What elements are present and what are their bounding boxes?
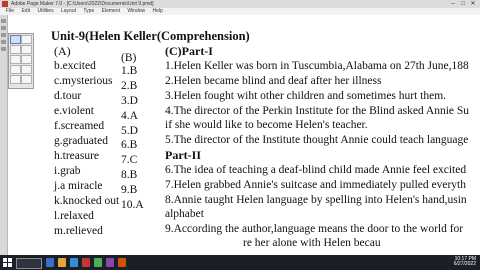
constrained-line-tool-icon[interactable] bbox=[21, 55, 32, 64]
col-b-item: 5.D bbox=[121, 125, 138, 137]
menu-layout[interactable]: Layout bbox=[61, 8, 76, 15]
document-page[interactable]: Unit-9(Helen Keller(Comprehension) (A) b… bbox=[33, 15, 480, 255]
line-tool-icon[interactable] bbox=[10, 55, 21, 64]
col-b-item: 9.B bbox=[121, 184, 138, 196]
col-a-item: m.relieved bbox=[54, 225, 103, 237]
pointer-tool-icon[interactable] bbox=[10, 35, 21, 44]
answer-line: 3.Helen fought wiht other children and s… bbox=[165, 90, 447, 102]
browser-icon[interactable] bbox=[70, 258, 78, 267]
crop-tool-icon[interactable] bbox=[21, 45, 32, 54]
menu-window[interactable]: Window bbox=[127, 8, 145, 15]
document-title: Unit-9(Helen Keller(Comprehension) bbox=[51, 29, 250, 43]
answer-line: 2.Helen became blind and deaf after her … bbox=[165, 75, 382, 87]
col-a-item: d.tour bbox=[54, 90, 82, 102]
app-icon[interactable] bbox=[106, 258, 114, 267]
answer-line: alphabet bbox=[165, 208, 204, 220]
zoom-tool-icon[interactable] bbox=[21, 75, 32, 84]
tool-icon[interactable] bbox=[1, 26, 6, 30]
col-a-item: j.a miracle bbox=[54, 180, 103, 192]
ellipse-tool-icon[interactable] bbox=[21, 65, 32, 74]
title-bar: Adobe Page Maker 7.0 - [C:\Users\2022\Do… bbox=[0, 0, 480, 8]
pagemaker-icon[interactable] bbox=[82, 258, 90, 267]
app-icon[interactable] bbox=[94, 258, 102, 267]
answer-line: 5.The director of the Institute thought … bbox=[165, 134, 469, 146]
part-1-heading: (C)Part-I bbox=[165, 44, 213, 58]
col-a-item: i.grab bbox=[54, 165, 81, 177]
system-clock[interactable]: 10:17 PM 6/27/2022 bbox=[454, 257, 476, 267]
answer-line: 7.Helen grabbed Annie's suitcase and imm… bbox=[165, 179, 466, 191]
col-b-item: 7.C bbox=[121, 154, 138, 166]
rectangle-tool-icon[interactable] bbox=[10, 65, 21, 74]
window-controls: – □ ✕ bbox=[448, 0, 478, 8]
answer-line: 1.Helen Keller was born in Tuscumbia,Ala… bbox=[165, 60, 469, 72]
menu-bar: File Edit Utilities Layout Type Element … bbox=[0, 8, 480, 15]
answer-line: 8.Annie taught Helen language by spellin… bbox=[165, 194, 467, 206]
hand-tool-icon[interactable] bbox=[10, 75, 21, 84]
clock-date: 6/27/2022 bbox=[453, 261, 476, 267]
menu-edit[interactable]: Edit bbox=[21, 8, 30, 15]
col-a-item: l.relaxed bbox=[54, 210, 94, 222]
col-b-item: 2.B bbox=[121, 80, 138, 92]
minimize-icon[interactable]: – bbox=[448, 0, 458, 8]
menu-help[interactable]: Help bbox=[153, 8, 163, 15]
col-a-item: h.treasure bbox=[54, 150, 100, 162]
tool-icon[interactable] bbox=[1, 19, 6, 23]
task-view-icon[interactable] bbox=[46, 258, 54, 267]
taskbar-search-box[interactable] bbox=[16, 258, 42, 269]
rotate-tool-icon[interactable] bbox=[10, 45, 21, 54]
left-toolbar bbox=[0, 15, 8, 255]
file-explorer-icon[interactable] bbox=[58, 258, 66, 267]
tool-palette bbox=[8, 33, 34, 89]
col-a-item: e.violent bbox=[54, 105, 94, 117]
menu-file[interactable]: File bbox=[6, 8, 14, 15]
col-a-heading: (A) bbox=[54, 44, 71, 58]
col-a-item: f.screamed bbox=[54, 120, 105, 132]
answer-line: 9.According the author,language means th… bbox=[165, 223, 464, 235]
col-b-item: 4.A bbox=[121, 110, 138, 122]
maximize-icon[interactable]: □ bbox=[458, 0, 468, 8]
tool-icon[interactable] bbox=[1, 40, 6, 44]
answer-line: if she would like to become Helen's teac… bbox=[165, 119, 368, 131]
windows-start-icon[interactable] bbox=[3, 258, 12, 267]
menu-type[interactable]: Type bbox=[83, 8, 94, 15]
col-a-item: k.knocked out bbox=[54, 195, 120, 207]
menu-element[interactable]: Element bbox=[102, 8, 120, 15]
app-icon bbox=[2, 1, 8, 7]
col-b-item: 3.D bbox=[121, 95, 138, 107]
col-a-item: c.mysterious bbox=[54, 75, 113, 87]
answer-line: re her alone with Helen becau bbox=[243, 237, 381, 249]
col-a-item: g.graduated bbox=[54, 135, 108, 147]
tool-icon[interactable] bbox=[1, 33, 6, 37]
menu-utilities[interactable]: Utilities bbox=[37, 8, 53, 15]
app-icon[interactable] bbox=[118, 258, 126, 267]
part-2-heading: Part-II bbox=[165, 148, 201, 162]
text-tool-icon[interactable] bbox=[21, 35, 32, 44]
taskbar: 10:17 PM 6/27/2022 bbox=[0, 255, 480, 270]
window-title: Adobe Page Maker 7.0 - [C:\Users\2022\Do… bbox=[11, 1, 154, 7]
close-icon[interactable]: ✕ bbox=[468, 0, 478, 8]
col-b-item: 6.B bbox=[121, 139, 138, 151]
col-b-item: 10.A bbox=[121, 199, 144, 211]
answer-line: 4.The director of the Perkin Institute f… bbox=[165, 105, 470, 117]
col-b-item: 8.B bbox=[121, 169, 138, 181]
col-b-heading: (B) bbox=[121, 52, 137, 64]
col-b-item: 1.B bbox=[121, 65, 138, 77]
col-a-item: b.excited bbox=[54, 60, 96, 72]
answer-line: 6.The idea of teaching a deaf-blind chil… bbox=[165, 164, 467, 176]
tool-icon[interactable] bbox=[1, 47, 6, 51]
